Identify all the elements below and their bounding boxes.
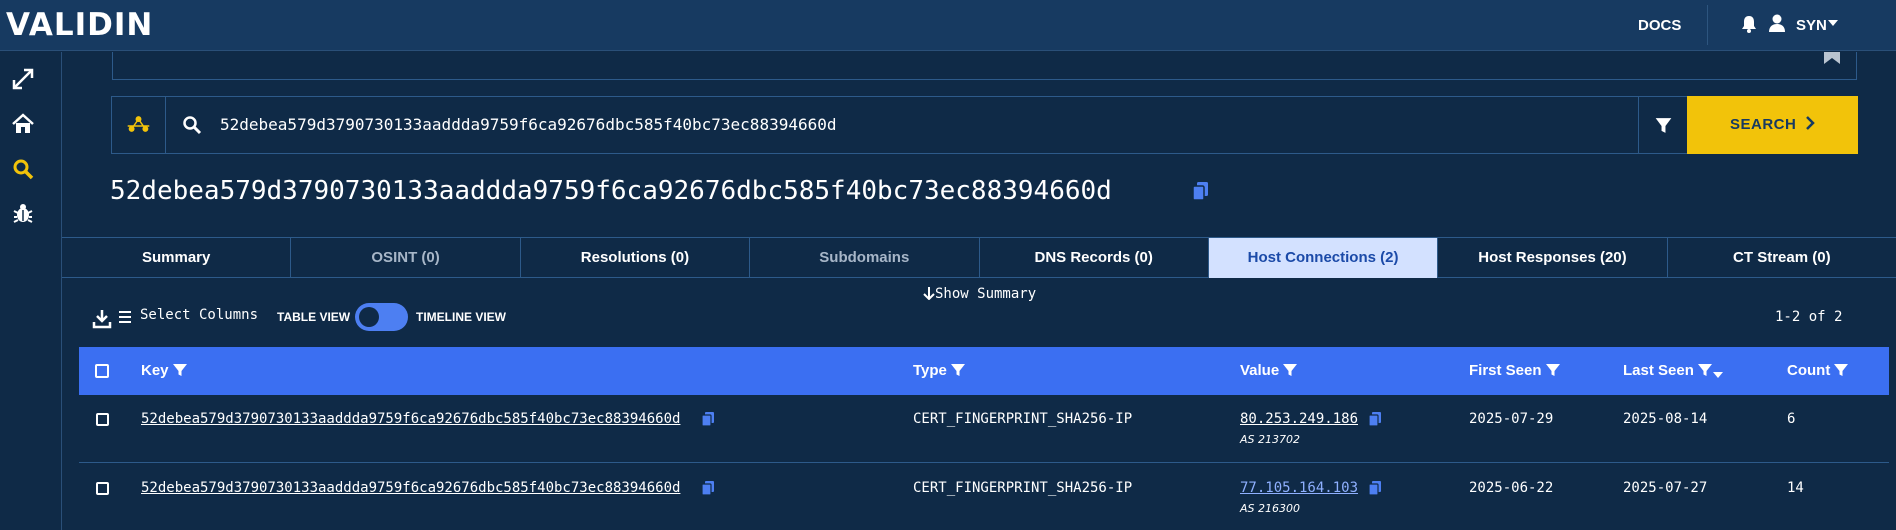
copy-icon[interactable] — [1192, 180, 1210, 202]
row-count: 6 — [1787, 411, 1796, 427]
filter-icon[interactable] — [1834, 363, 1849, 377]
tab-dns-records[interactable]: DNS Records (0) — [980, 238, 1209, 278]
sidebar — [0, 52, 62, 530]
arrow-down-icon — [923, 287, 935, 301]
sort-desc-icon[interactable] — [1712, 371, 1723, 379]
chevron-down-icon[interactable] — [1827, 18, 1839, 28]
search-icon[interactable] — [10, 156, 36, 182]
table-row: 52debea579d3790730133aaddda9759f6ca92676… — [79, 464, 1889, 530]
filter-icon[interactable] — [172, 363, 187, 377]
column-header-key[interactable]: Key — [141, 347, 187, 395]
show-summary-label: Show Summary — [935, 286, 1037, 302]
search-button-label: SEARCH — [1729, 116, 1797, 133]
top-bar: VALIDIN DOCS SYN — [0, 0, 1896, 51]
expand-icon[interactable] — [10, 66, 36, 92]
tab-host-responses[interactable]: Host Responses (20) — [1438, 238, 1668, 278]
home-icon[interactable] — [10, 111, 36, 137]
row-key-link[interactable]: 52debea579d3790730133aaddda9759f6ca92676… — [141, 411, 680, 427]
timeline-view-label[interactable]: TIMELINE VIEW — [416, 310, 506, 324]
bell-icon[interactable] — [1740, 13, 1758, 35]
row-last-seen: 2025-07-27 — [1623, 480, 1708, 496]
column-header-type[interactable]: Type — [913, 347, 965, 395]
tab-summary[interactable]: Summary — [62, 238, 292, 278]
select-all-checkbox[interactable] — [95, 364, 109, 378]
row-asn: AS 213702 — [1240, 433, 1300, 446]
copy-icon[interactable] — [701, 411, 715, 427]
row-asn: AS 216300 — [1240, 502, 1300, 515]
search-button[interactable]: SEARCH — [1687, 96, 1858, 154]
saved-search-strip — [112, 52, 1857, 80]
validin-logo[interactable]: VALIDIN — [6, 6, 153, 44]
row-last-seen: 2025-08-14 — [1623, 411, 1708, 427]
row-first-seen: 2025-07-29 — [1469, 411, 1554, 427]
header-divider — [1707, 5, 1708, 45]
tab-resolutions[interactable]: Resolutions (0) — [521, 238, 751, 278]
copy-icon[interactable] — [1368, 480, 1382, 496]
filter-icon[interactable] — [1283, 363, 1298, 377]
row-type: CERT_FINGERPRINT_SHA256-IP — [913, 480, 1133, 496]
row-type: CERT_FINGERPRINT_SHA256-IP — [913, 411, 1133, 427]
toggle-knob — [359, 307, 379, 327]
bug-icon[interactable] — [10, 200, 36, 226]
scrollbar[interactable] — [1889, 347, 1896, 530]
tab-osint[interactable]: OSINT (0) — [291, 238, 521, 278]
user-icon[interactable] — [1768, 12, 1786, 34]
filter-icon[interactable] — [1545, 363, 1560, 377]
tab-ct-stream[interactable]: CT Stream (0) — [1668, 238, 1896, 278]
copy-icon[interactable] — [701, 480, 715, 496]
column-header-count[interactable]: Count — [1787, 347, 1849, 395]
column-header-last-seen[interactable]: Last Seen — [1623, 347, 1723, 395]
row-count: 14 — [1787, 480, 1804, 496]
page-title: 52debea579d3790730133aaddda9759f6ca92676… — [110, 176, 1112, 206]
download-icon[interactable] — [92, 308, 112, 330]
filter-icon[interactable] — [1697, 363, 1712, 377]
tab-subdomains[interactable]: Subdomains — [750, 238, 980, 278]
filter-icon[interactable] — [1638, 97, 1688, 153]
row-checkbox[interactable] — [96, 482, 109, 495]
user-menu-label[interactable]: SYN — [1796, 0, 1827, 51]
show-summary-toggle[interactable]: Show Summary — [923, 286, 1036, 302]
tab-host-connections[interactable]: Host Connections (2) — [1208, 238, 1439, 278]
filter-icon[interactable] — [950, 363, 965, 377]
row-first-seen: 2025-06-22 — [1469, 480, 1554, 496]
list-icon[interactable] — [118, 310, 132, 324]
search-bar: SEARCH — [111, 96, 1858, 154]
table-header: Key Type Value First Seen Last Seen Coun… — [79, 347, 1889, 395]
search-icon — [183, 116, 202, 135]
select-columns-button[interactable]: Select Columns — [140, 307, 258, 323]
row-value-link[interactable]: 80.253.249.186 — [1240, 411, 1358, 427]
view-toggle[interactable] — [355, 303, 408, 331]
row-value-link[interactable]: 77.105.164.103 — [1240, 480, 1358, 496]
search-input[interactable] — [220, 97, 1720, 153]
result-tabs: Summary OSINT (0) Resolutions (0) Subdom… — [62, 237, 1896, 278]
row-key-link[interactable]: 52debea579d3790730133aaddda9759f6ca92676… — [141, 480, 680, 496]
pagination-count: 1-2 of 2 — [1775, 309, 1843, 325]
pivot-icon[interactable] — [112, 97, 166, 153]
table-view-label[interactable]: TABLE VIEW — [277, 310, 350, 324]
column-header-value[interactable]: Value — [1240, 347, 1298, 395]
bookmark-icon[interactable] — [1822, 52, 1842, 64]
table-row: 52debea579d3790730133aaddda9759f6ca92676… — [79, 395, 1889, 463]
chevron-right-icon — [1806, 116, 1815, 130]
docs-link[interactable]: DOCS — [1638, 0, 1681, 51]
row-checkbox[interactable] — [96, 413, 109, 426]
copy-icon[interactable] — [1368, 411, 1382, 427]
column-header-first-seen[interactable]: First Seen — [1469, 347, 1560, 395]
